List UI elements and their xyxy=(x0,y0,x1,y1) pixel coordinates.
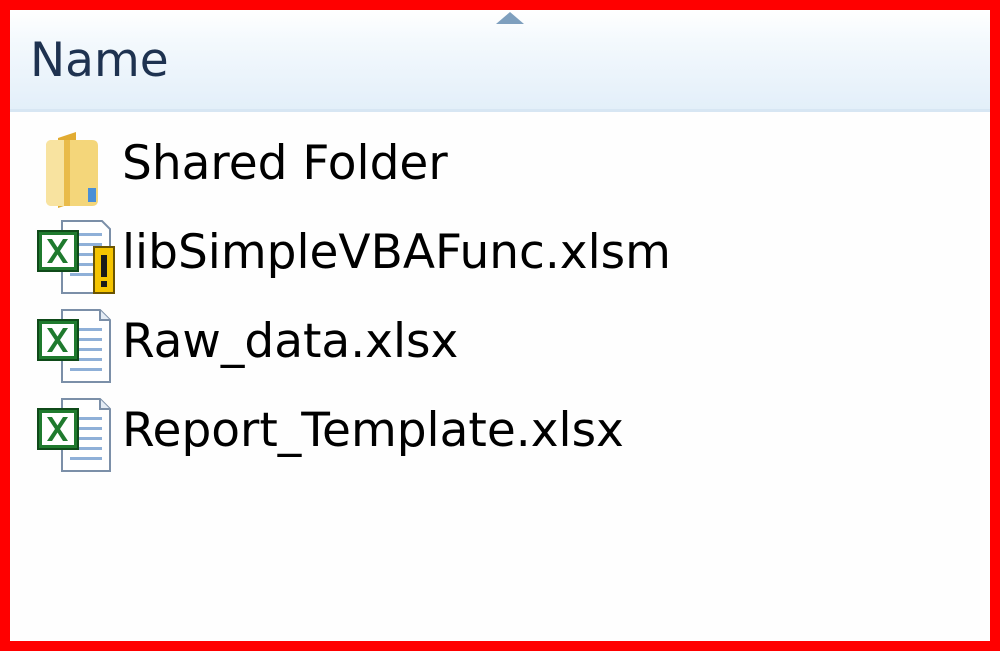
file-name: Shared Folder xyxy=(122,136,448,191)
excel-macro-icon xyxy=(37,220,115,294)
list-item-raw-data[interactable]: Raw_data.xlsx xyxy=(10,300,990,389)
file-name: libSimpleVBAFunc.xlsm xyxy=(122,225,671,280)
list-item-libsimplevbafunc[interactable]: libSimpleVBAFunc.xlsm xyxy=(10,211,990,300)
column-header-label: Name xyxy=(30,33,169,88)
sort-ascending-icon xyxy=(496,12,524,24)
column-header-name[interactable]: Name xyxy=(10,10,990,112)
folder-icon xyxy=(46,132,98,208)
file-list: Shared Folder libSimpleVBAFunc.xlsm Raw_… xyxy=(10,122,990,478)
file-name: Raw_data.xlsx xyxy=(122,314,459,369)
file-name: Report_Template.xlsx xyxy=(122,403,624,458)
list-item-shared-folder[interactable]: Shared Folder xyxy=(10,122,990,211)
highlight-frame: Name Shared Folder libSimpleVBAFunc.xlsm… xyxy=(0,0,1000,651)
list-item-report-template[interactable]: Report_Template.xlsx xyxy=(10,389,990,478)
excel-file-icon xyxy=(37,398,111,472)
excel-file-icon xyxy=(37,309,111,383)
